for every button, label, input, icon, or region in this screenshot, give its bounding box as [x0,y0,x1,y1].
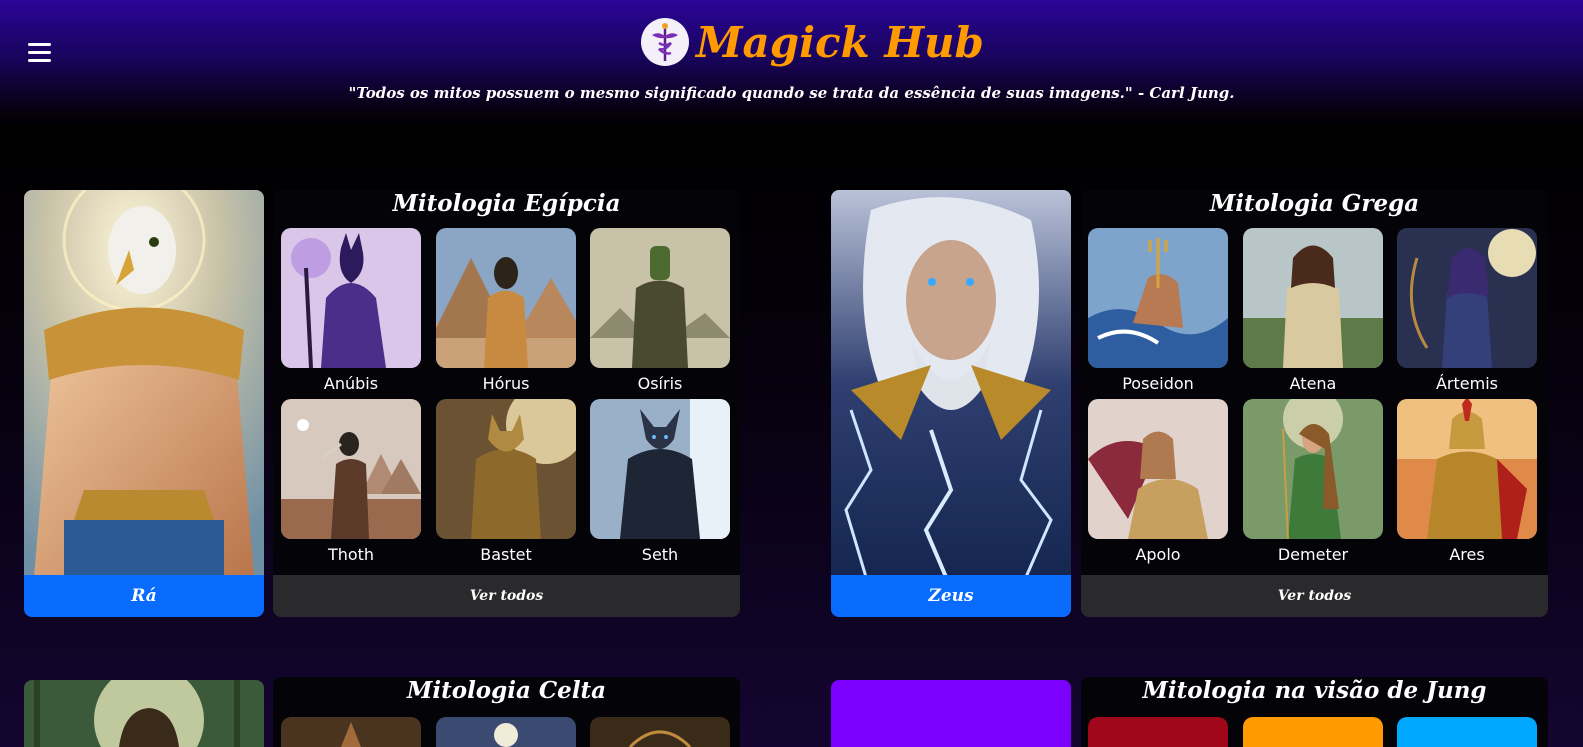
card-label: Poseidon [1122,374,1194,393]
card-label: Hórus [482,374,530,393]
celta-featured-image [24,680,264,747]
card-label: Bastet [480,545,532,564]
apolo-image [1088,399,1228,539]
osiris-image [590,228,730,368]
hamburger-menu-icon[interactable] [28,43,52,63]
panel-mitologia-celta: Mitologia Celta [273,677,740,747]
card-poseidon[interactable]: Poseidon [1088,228,1228,393]
panel-mitologia-grega: Mitologia Grega Poseidon Atena Ártemis A… [1081,190,1548,617]
celta-thumb-3[interactable] [590,717,730,747]
celta-thumb-1[interactable] [281,717,421,747]
site-logo[interactable]: Magick Hub [640,12,984,72]
panel-mitologia-jung: Mitologia na visão de Jung [1081,677,1548,747]
panel-title: Mitologia na visão de Jung [1142,677,1487,704]
featured-label-zeus[interactable]: Zeus [831,575,1071,617]
ares-image [1397,399,1537,539]
poseidon-image [1088,228,1228,368]
card-demeter[interactable]: Demeter [1243,399,1383,564]
seth-image [590,399,730,539]
zeus-image [831,190,1071,577]
jung-tile-orange[interactable] [1243,717,1383,747]
jung-tile-red[interactable] [1088,717,1228,747]
site-header: Magick Hub "Todos os mitos possuem o mes… [0,0,1583,128]
card-osiris[interactable]: Osíris [590,228,730,393]
bastet-image [436,399,576,539]
card-label: Ares [1449,545,1485,564]
card-ares[interactable]: Ares [1397,399,1537,564]
ver-todos-button[interactable]: Ver todos [273,575,740,617]
card-bastet[interactable]: Bastet [436,399,576,564]
jung-tile-cyan[interactable] [1397,717,1537,747]
card-label: Osíris [637,374,683,393]
panel-title: Mitologia Grega [1209,190,1420,217]
card-label: Seth [641,545,679,564]
card-label: Demeter [1277,545,1349,564]
card-horus[interactable]: Hórus [436,228,576,393]
site-title: Magick Hub [696,17,984,67]
featured-card-celta[interactable] [24,680,264,747]
horus-image [436,228,576,368]
panel-mitologia-egipcia: Mitologia Egípcia Anúbis Hórus Osíris Th… [273,190,740,617]
featured-card-zeus[interactable]: Zeus [831,190,1071,617]
card-label: Thoth [327,545,375,564]
card-atena[interactable]: Atena [1243,228,1383,393]
card-seth[interactable]: Seth [590,399,730,564]
artemis-image [1397,228,1537,368]
featured-label-ra[interactable]: Rá [24,575,264,617]
atena-image [1243,228,1383,368]
ver-todos-button[interactable]: Ver todos [1081,575,1548,617]
featured-card-jung[interactable] [831,680,1071,747]
caduceus-logo-icon [641,18,689,66]
card-artemis[interactable]: Ártemis [1397,228,1537,393]
panel-title: Mitologia Egípcia [392,190,621,217]
card-label: Anúbis [323,374,379,393]
card-label: Atena [1289,374,1337,393]
panel-title: Mitologia Celta [406,677,607,704]
featured-card-ra[interactable]: Rá [24,190,264,617]
ra-image [24,190,264,577]
card-thoth[interactable]: Thoth [281,399,421,564]
thoth-image [281,399,421,539]
celta-thumb-2[interactable] [436,717,576,747]
card-anubis[interactable]: Anúbis [281,228,421,393]
card-label: Apolo [1135,545,1181,564]
card-label: Ártemis [1435,374,1498,393]
anubis-image [281,228,421,368]
card-apolo[interactable]: Apolo [1088,399,1228,564]
header-quote: "Todos os mitos possuem o mesmo signific… [348,84,1235,102]
demeter-image [1243,399,1383,539]
